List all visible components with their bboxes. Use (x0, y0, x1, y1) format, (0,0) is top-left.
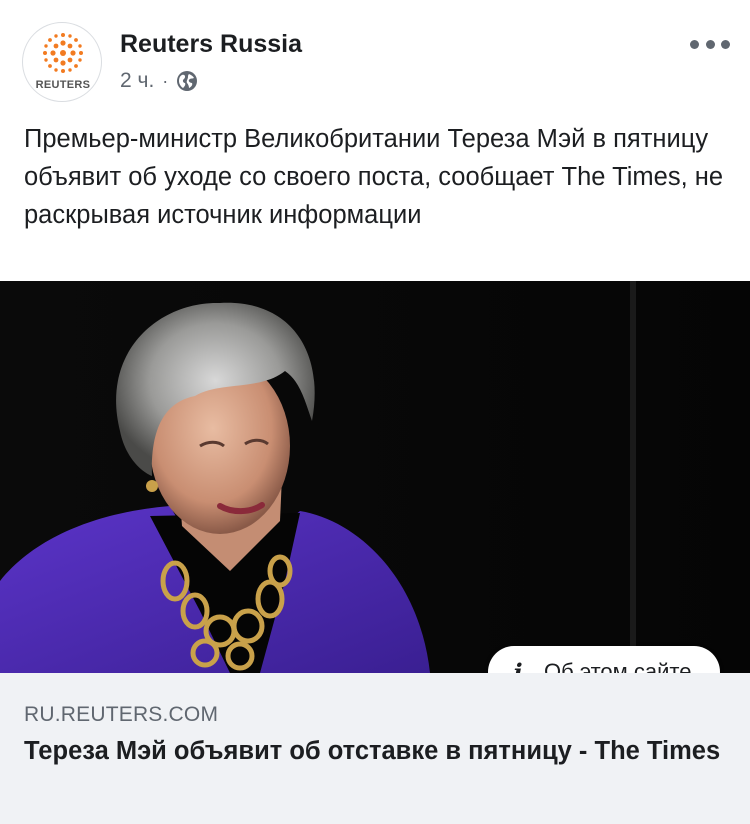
meta-separator: · (162, 70, 169, 91)
more-options-icon[interactable] (690, 34, 730, 54)
timestamp[interactable]: 2 ч. (120, 69, 154, 93)
link-title: Тереза Мэй объявит об отставке в пятницу… (24, 737, 721, 765)
avatar[interactable]: REUTERS (22, 22, 102, 102)
globe-icon (176, 70, 198, 92)
avatar-logo-text: REUTERS (35, 79, 91, 91)
more-dot (690, 39, 699, 49)
link-preview[interactable]: RU.REUTERS.COM Тереза Мэй объявит об отс… (0, 673, 750, 824)
post-header: REUTERS Reuters Russia 2 ч. · (0, 0, 750, 110)
facebook-post: REUTERS Reuters Russia 2 ч. · Премьер-ми… (0, 0, 750, 824)
link-domain: RU.REUTERS.COM (24, 703, 219, 726)
more-dot (705, 39, 715, 49)
post-meta: 2 ч. · (120, 68, 198, 94)
portrait-photo (0, 281, 750, 673)
more-dot (721, 39, 730, 49)
post-text: Премьер-министр Великобритании Тереза Мэ… (24, 125, 723, 229)
post-image[interactable] (0, 281, 750, 673)
page-name[interactable]: Reuters Russia (120, 30, 302, 59)
